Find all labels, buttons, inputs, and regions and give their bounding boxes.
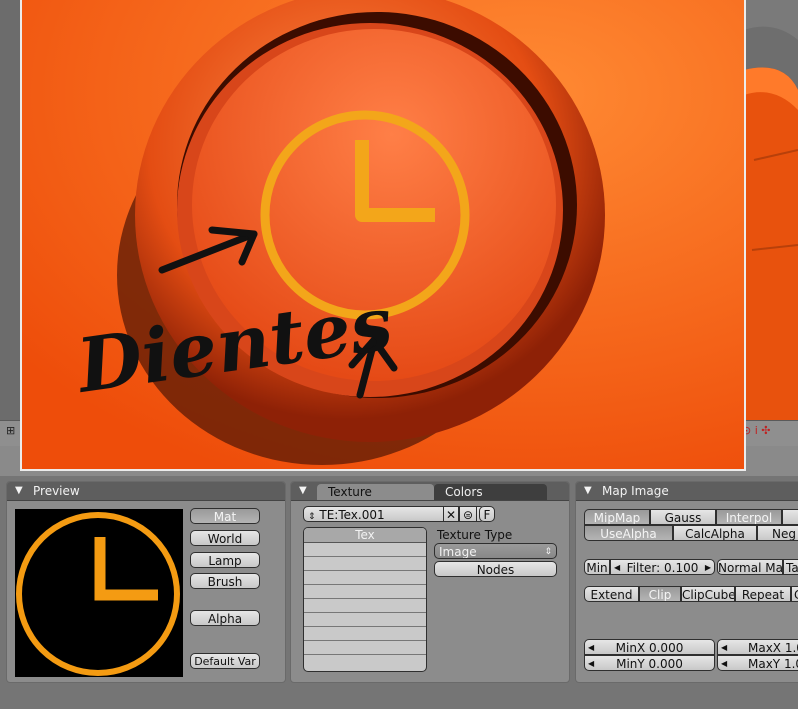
texture-channel-slot[interactable]: [304, 571, 426, 585]
texture-channel-slot[interactable]: [304, 641, 426, 655]
texture-type-label: Texture Type: [437, 528, 513, 542]
decrement-arrow-icon[interactable]: ◀: [721, 640, 727, 654]
preview-alpha-button[interactable]: Alpha: [190, 610, 260, 626]
repeat-toggle[interactable]: Repeat: [735, 586, 791, 602]
usealpha-toggle[interactable]: UseAlpha: [584, 525, 673, 541]
browse-arrows-icon[interactable]: ⇕: [308, 512, 316, 521]
clip-toggle[interactable]: Clip: [639, 586, 681, 602]
default-vars-button[interactable]: Default Var: [190, 653, 260, 669]
menu-arrows-icon: ⇕: [544, 547, 552, 557]
texture-channel-list[interactable]: Tex: [303, 527, 427, 672]
min-toggle[interactable]: Min: [584, 559, 610, 575]
normal-map-toggle[interactable]: Normal Ma: [717, 559, 783, 575]
preview-panel-header[interactable]: ▼ Preview: [7, 482, 285, 501]
viewport-manipulator-icon[interactable]: ⊙ ⅰ ✣: [742, 424, 770, 437]
decrement-arrow-icon[interactable]: ◀: [588, 656, 594, 670]
texture-channel-slot[interactable]: [304, 627, 426, 641]
3d-viewport[interactable]: ⊞ ⊙ ⅰ ✣ Dientes: [0, 0, 798, 476]
preview-panel: ▼ Preview Mat World Lamp Brush Alpha Def…: [6, 481, 286, 683]
nodes-button[interactable]: Nodes: [434, 561, 557, 577]
preview-brush-button[interactable]: Brush: [190, 573, 260, 589]
panel-title: Map Image: [602, 484, 669, 498]
map-row1-extra[interactable]: [782, 509, 798, 525]
maxx-value: MaxX 1.0: [748, 641, 798, 655]
maxy-value: MaxY 1.0: [748, 657, 798, 671]
map-image-panel: ▼ Map Image MipMap Gauss Interpol UseAlp…: [575, 481, 798, 683]
mipmap-toggle[interactable]: MipMap: [584, 509, 650, 525]
panel-title: Preview: [33, 484, 80, 498]
texture-channel-slot[interactable]: [304, 543, 426, 557]
tex-list-header: Tex: [304, 528, 426, 543]
texture-channel-slot[interactable]: [304, 585, 426, 599]
increment-arrow-icon[interactable]: ▶: [705, 560, 711, 574]
checker-toggle[interactable]: C: [791, 586, 798, 602]
tab-texture[interactable]: Texture: [317, 484, 434, 500]
viewport-mode-icon[interactable]: ⊞: [6, 424, 15, 437]
preview-mat-button[interactable]: Mat: [190, 508, 260, 524]
filter-value: Filter: 0.100: [626, 561, 699, 575]
neg-toggle[interactable]: Neg: [757, 525, 798, 541]
miny-field[interactable]: ◀ MinY 0.000: [584, 655, 715, 671]
buttons-window: ▼ Preview Mat World Lamp Brush Alpha Def…: [0, 476, 798, 709]
map-image-panel-header[interactable]: ▼ Map Image: [576, 482, 798, 501]
ta-toggle[interactable]: Ta: [783, 559, 798, 575]
collapse-triangle-icon[interactable]: ▼: [15, 485, 23, 496]
texture-channel-slot[interactable]: [304, 655, 426, 668]
minx-field[interactable]: ◀ MinX 0.000: [584, 639, 715, 655]
interpol-toggle[interactable]: Interpol: [716, 509, 782, 525]
unlink-texture-icon[interactable]: ✕: [443, 506, 459, 522]
calcalpha-toggle[interactable]: CalcAlpha: [673, 525, 757, 541]
miny-value: MinY 0.000: [616, 657, 683, 671]
texture-panel-header: ▼ Texture Colors: [291, 482, 569, 501]
maxy-field[interactable]: ◀ MaxY 1.0: [717, 655, 798, 671]
collapse-triangle-icon[interactable]: ▼: [584, 485, 592, 496]
texture-channel-slot[interactable]: [304, 613, 426, 627]
texture-channel-slot[interactable]: [304, 599, 426, 613]
tab-colors[interactable]: Colors: [434, 484, 547, 500]
extend-toggle[interactable]: Extend: [584, 586, 639, 602]
maxx-field[interactable]: ◀ MaxX 1.0: [717, 639, 798, 655]
texture-type-menu[interactable]: Image ⇕: [434, 543, 557, 559]
clipcube-toggle[interactable]: ClipCube: [681, 586, 735, 602]
decrement-arrow-icon[interactable]: ◀: [614, 560, 620, 574]
fake-user-icon[interactable]: ⊜: [459, 506, 477, 522]
preview-lamp-button[interactable]: Lamp: [190, 552, 260, 568]
minx-value: MinX 0.000: [615, 641, 684, 655]
decrement-arrow-icon[interactable]: ◀: [588, 640, 594, 654]
texture-panel: ▼ Texture Colors ⇕ TE:Tex.001 ✕ ⊜ F Tex …: [290, 481, 570, 683]
preview-world-button[interactable]: World: [190, 530, 260, 546]
texture-channel-slot[interactable]: [304, 557, 426, 571]
texture-name-text: TE:Tex.001: [319, 508, 385, 522]
viewport-object-fragment: [744, 0, 798, 420]
gauss-toggle[interactable]: Gauss: [650, 509, 716, 525]
decrement-arrow-icon[interactable]: ◀: [721, 656, 727, 670]
texture-type-value: Image: [439, 545, 477, 559]
render-image: Dientes: [22, 0, 744, 469]
fake-user-f-button[interactable]: F: [479, 506, 495, 522]
render-window[interactable]: Dientes: [20, 0, 746, 471]
material-preview-image: [15, 509, 183, 677]
filter-field[interactable]: ◀ Filter: 0.100 ▶: [610, 559, 715, 575]
collapse-triangle-icon[interactable]: ▼: [299, 485, 307, 496]
